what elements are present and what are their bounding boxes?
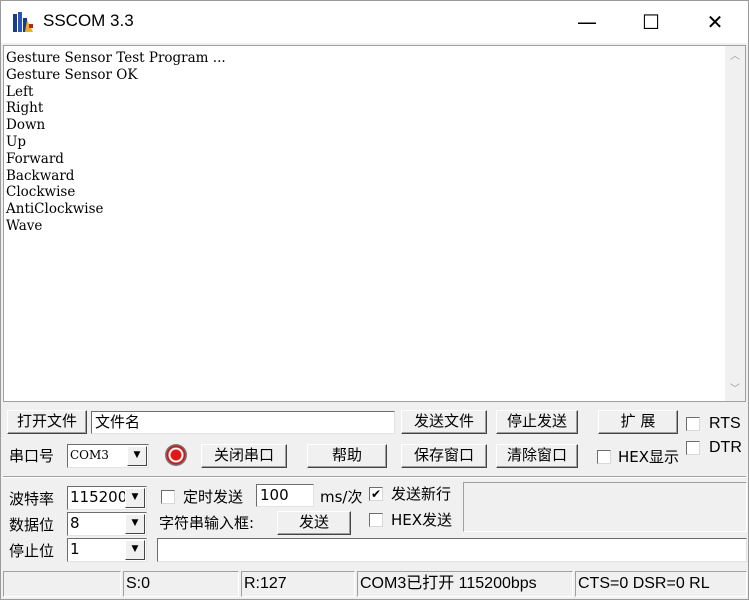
status-blank (3, 571, 121, 597)
baud-label: 波特率 (9, 490, 55, 508)
databits-select-value: 8 (70, 514, 80, 532)
stopbits-select[interactable]: 1 ▼ (67, 538, 147, 562)
stop-send-button[interactable]: 停止发送 (496, 410, 578, 434)
status-line-signals: CTS=0 DSR=0 RL (575, 571, 747, 597)
maximize-icon: ☐ (642, 10, 660, 34)
help-button[interactable]: 帮助 (307, 444, 387, 468)
databits-label: 数据位 (9, 516, 55, 534)
stopbits-label: 停止位 (9, 542, 55, 560)
close-icon: ✕ (706, 10, 724, 34)
send-newline-label: 发送新行 (391, 485, 452, 503)
open-file-button[interactable]: 打开文件 (7, 410, 87, 434)
baud-select[interactable]: 115200 ▼ (67, 486, 147, 510)
send-newline-checkbox[interactable]: ✔ (369, 487, 383, 501)
chevron-down-icon[interactable]: ▼ (125, 514, 145, 534)
port-select[interactable]: COM3 ▼ (67, 444, 149, 468)
minimize-button[interactable]: — (555, 1, 619, 43)
receive-log-text: Gesture Sensor Test Program ... Gesture … (6, 50, 226, 234)
save-window-button[interactable]: 保存窗口 (401, 444, 487, 468)
interval-field[interactable]: 100 (256, 484, 314, 507)
rts-label: RTS (709, 415, 741, 432)
timed-send-label: 定时发送 (183, 488, 244, 506)
expand-button[interactable]: 扩 展 (598, 410, 678, 434)
clear-window-button[interactable]: 清除窗口 (496, 444, 578, 468)
port-select-value: COM3 (70, 448, 109, 462)
sscom-app-icon (13, 12, 33, 32)
receive-log[interactable]: Gesture Sensor Test Program ... Gesture … (3, 45, 746, 402)
minimize-icon: — (577, 10, 597, 34)
send-input[interactable] (157, 538, 747, 562)
hex-display-label: HEX显示 (618, 448, 680, 466)
status-port-state: COM3已打开 115200bps (357, 571, 573, 597)
file-name-field[interactable]: 文件名 (91, 411, 395, 434)
status-sent-count: S:0 (123, 571, 239, 597)
dtr-label: DTR (709, 439, 742, 456)
scroll-up-icon[interactable]: ︿ (725, 48, 745, 66)
rts-checkbox[interactable] (686, 417, 700, 431)
title-bar[interactable]: SSCOM 3.3 — ☐ ✕ (1, 1, 748, 43)
interval-unit: ms/次 (320, 488, 363, 506)
app-window: SSCOM 3.3 — ☐ ✕ Gesture Sensor Test Prog… (0, 0, 749, 600)
chevron-down-icon[interactable]: ▼ (127, 446, 147, 466)
port-label: 串口号 (9, 447, 55, 465)
port-status-lamp-icon (165, 444, 187, 466)
dtr-checkbox[interactable] (686, 441, 700, 455)
divider (3, 476, 746, 478)
timed-send-checkbox[interactable] (161, 490, 175, 504)
close-port-button[interactable]: 关闭串口 (201, 444, 287, 468)
close-button[interactable]: ✕ (683, 1, 747, 43)
hex-send-label: HEX发送 (391, 511, 453, 529)
log-vertical-scrollbar[interactable]: ︿ ﹀ (725, 46, 745, 401)
hex-send-checkbox[interactable] (369, 513, 383, 527)
status-bar: S:0 R:127 COM3已打开 115200bps CTS=0 DSR=0 … (1, 567, 748, 599)
maximize-button[interactable]: ☐ (619, 1, 683, 43)
hex-display-checkbox[interactable] (597, 450, 611, 464)
string-input-label: 字符串输入框: (159, 514, 255, 532)
stopbits-select-value: 1 (70, 540, 80, 558)
chevron-down-icon[interactable]: ▼ (125, 540, 145, 560)
scroll-down-icon[interactable]: ﹀ (725, 381, 745, 399)
baud-select-value: 115200 (70, 488, 128, 506)
send-file-button[interactable]: 发送文件 (401, 410, 487, 434)
send-button[interactable]: 发送 (277, 511, 351, 535)
status-received-count: R:127 (241, 571, 355, 597)
window-title: SSCOM 3.3 (43, 11, 134, 30)
send-options-panel (463, 482, 747, 532)
databits-select[interactable]: 8 ▼ (67, 512, 147, 536)
chevron-down-icon[interactable]: ▼ (125, 488, 145, 508)
